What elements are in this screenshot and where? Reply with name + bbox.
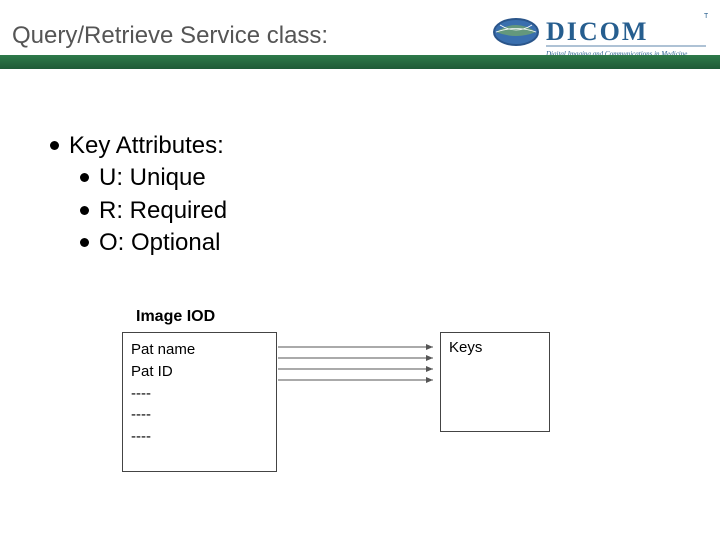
bullet-dot-icon xyxy=(80,206,89,215)
bullet-dot-icon xyxy=(80,238,89,247)
logo-text: DICOM xyxy=(546,17,648,46)
iod-line-5: ---- xyxy=(131,426,268,448)
iod-line-4: ---- xyxy=(131,404,268,426)
iod-line-3: ---- xyxy=(131,383,268,405)
bullet-u: U: Unique xyxy=(80,162,700,194)
iod-line-2: Pat ID xyxy=(131,361,268,383)
bullet-main-text: Key Attributes: xyxy=(69,130,224,162)
bullet-dot-icon xyxy=(50,141,59,150)
bullet-main: Key Attributes: xyxy=(50,130,700,162)
slide-title: Query/Retrieve Service class: xyxy=(12,22,328,50)
bullet-o: O: Optional xyxy=(80,227,700,259)
bullet-dot-icon xyxy=(80,173,89,182)
iod-box: Pat name Pat ID ---- ---- ---- xyxy=(122,332,277,472)
bullet-r-text: R: Required xyxy=(99,195,227,227)
bullet-u-text: U: Unique xyxy=(99,162,206,194)
content-area: Key Attributes: U: Unique R: Required O:… xyxy=(50,130,700,260)
header: Query/Retrieve Service class: DICOM TM D… xyxy=(0,0,720,72)
keys-title: Keys xyxy=(449,339,541,356)
bullet-o-text: O: Optional xyxy=(99,227,220,259)
diagram: Image IOD Pat name Pat ID ---- ---- ----… xyxy=(120,308,620,508)
mapping-arrows xyxy=(278,340,440,400)
header-stripe xyxy=(0,55,720,69)
svg-text:TM: TM xyxy=(704,13,708,20)
bullet-r: R: Required xyxy=(80,195,700,227)
iod-label: Image IOD xyxy=(136,308,215,326)
keys-box: Keys xyxy=(440,332,550,432)
iod-line-1: Pat name xyxy=(131,339,268,361)
